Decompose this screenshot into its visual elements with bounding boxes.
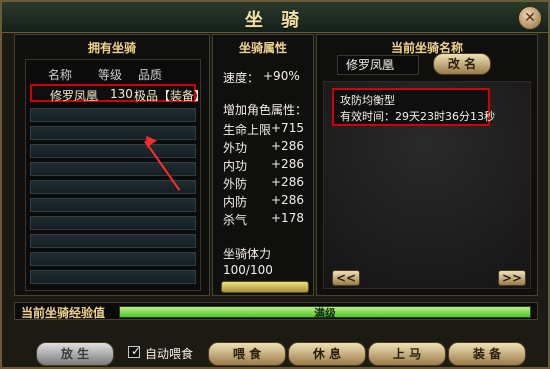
- release-button[interactable]: 放 生: [36, 342, 114, 366]
- feed-button[interactable]: 喂 食: [208, 342, 286, 366]
- mount-row-level: 130: [110, 87, 133, 101]
- mount-list-header: 名称 等级 品质: [26, 66, 200, 82]
- mount-list: 名称 等级 品质 修罗凤凰 130 极品【装备】: [25, 59, 206, 291]
- mount-row-name: 修罗凤凰: [50, 89, 99, 103]
- current-mount-name-header: 当前坐骑名称: [390, 41, 463, 55]
- mount-info-box: 攻防均衡型 有效时间：29天23时36分13秒: [332, 88, 495, 126]
- mount-row-empty[interactable]: [30, 216, 196, 230]
- mount-preview: 攻防均衡型 有效时间：29天23时36分13秒 << >>: [323, 81, 531, 289]
- stat-value: +286: [271, 175, 304, 189]
- stamina-bar: [221, 281, 309, 293]
- mount-exp-text: 满级: [314, 307, 336, 320]
- stat-value: +715: [271, 121, 304, 135]
- col-level: 等级: [98, 68, 123, 82]
- current-mount-name-field: 修罗凤凰: [337, 55, 419, 75]
- close-icon[interactable]: ✕: [518, 6, 542, 30]
- mount-attributes-panel: 坐骑属性 速度： +90% 增加角色属性： 生命上限 +715 外功 +286 …: [212, 34, 314, 296]
- window-title: 坐 骑: [244, 10, 306, 31]
- mount-row-empty[interactable]: [30, 252, 196, 266]
- mount-row-empty[interactable]: [30, 270, 196, 284]
- mount-row-selected[interactable]: 修罗凤凰 130 极品【装备】: [30, 84, 206, 103]
- rest-button[interactable]: 休 息: [288, 342, 366, 366]
- mount-row-empty[interactable]: [30, 126, 196, 140]
- equip-button[interactable]: 装 备: [448, 342, 526, 366]
- col-name: 名称: [48, 68, 73, 82]
- mount-valid-time: 有效时间：29天23时36分13秒: [340, 110, 495, 123]
- ride-button[interactable]: 上 马: [368, 342, 446, 366]
- col-quality: 品质: [138, 68, 163, 82]
- auto-feed-label: 自动喂食: [145, 347, 194, 361]
- mount-row-empty[interactable]: [30, 180, 196, 194]
- stat-value: +286: [271, 193, 304, 207]
- current-mount-panel: 当前坐骑名称 修罗凤凰 改 名 攻防均衡型 有效时间：29天23时36分13秒 …: [316, 34, 538, 296]
- stat-label: 内功: [223, 159, 248, 173]
- owned-mounts-header: 拥有坐骑: [87, 41, 136, 55]
- stat-label: 杀气: [223, 213, 248, 227]
- mount-exp-row: 当前坐骑经验值 满级: [14, 302, 538, 320]
- mount-row-empty[interactable]: [30, 234, 196, 248]
- rename-button[interactable]: 改 名: [433, 53, 491, 75]
- stat-label: 外功: [223, 141, 248, 155]
- attr-title: 增加角色属性：: [223, 103, 308, 117]
- stat-value: +286: [271, 157, 304, 171]
- prev-mount-button[interactable]: <<: [332, 270, 360, 286]
- speed-value: +90%: [263, 69, 300, 83]
- stat-label: 内防: [223, 195, 248, 209]
- check-icon: ✓: [131, 344, 142, 358]
- mount-row-empty[interactable]: [30, 198, 196, 212]
- mount-type: 攻防均衡型: [340, 94, 395, 107]
- next-mount-button[interactable]: >>: [498, 270, 526, 286]
- stat-value: +178: [271, 211, 304, 225]
- stamina-label: 坐骑体力: [223, 247, 272, 261]
- stamina-value: 100/100: [223, 263, 273, 277]
- stat-label: 生命上限: [223, 123, 272, 137]
- mount-row-quality: 极品【装备】: [134, 89, 207, 103]
- stat-value: +286: [271, 139, 304, 153]
- mount-attributes-header: 坐骑属性: [238, 41, 287, 55]
- mount-row-empty[interactable]: [30, 162, 196, 176]
- title-bar: 坐 骑 ✕: [2, 2, 548, 33]
- stat-label: 外防: [223, 177, 248, 191]
- owned-mounts-panel: 拥有坐骑 名称 等级 品质 修罗凤凰 130 极品【装备】: [14, 34, 210, 296]
- mount-row-empty[interactable]: [30, 144, 196, 158]
- mount-row-empty[interactable]: [30, 108, 196, 122]
- mount-window: 坐 骑 ✕ 拥有坐骑 名称 等级 品质 修罗凤凰 130 极品【装备】 坐骑属性…: [0, 0, 550, 369]
- mount-exp-bar: 满级: [119, 306, 531, 320]
- speed-label: 速度：: [223, 71, 260, 85]
- mount-exp-label: 当前坐骑经验值: [21, 306, 106, 320]
- auto-feed-checkbox[interactable]: ✓: [128, 344, 142, 358]
